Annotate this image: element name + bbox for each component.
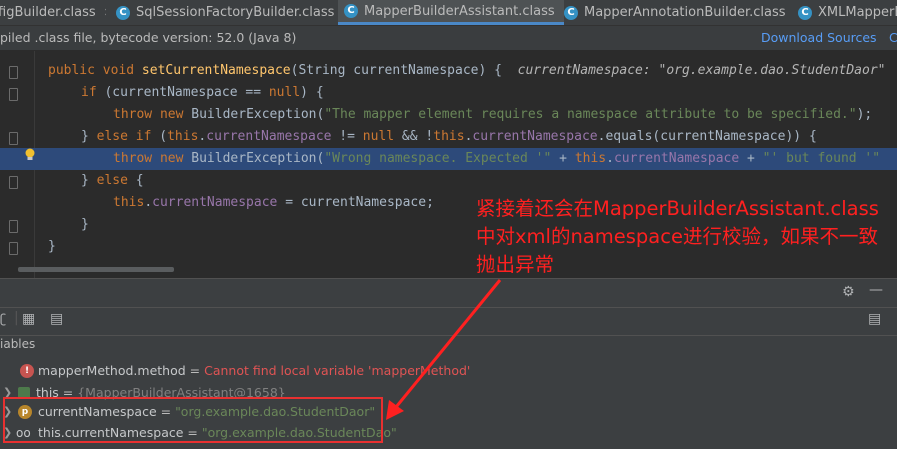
fold-marker[interactable] xyxy=(9,132,18,145)
class-icon: C xyxy=(116,6,130,20)
hide-panel-icon[interactable]: — xyxy=(869,282,883,298)
decompiled-banner: piled .class file, bytecode version: 52.… xyxy=(0,26,897,50)
close-icon[interactable]: ✕ xyxy=(104,6,106,19)
class-icon: C xyxy=(798,6,812,20)
tab-label: SqlSessionFactoryBuilder.class xyxy=(136,5,334,20)
horizontal-scrollbar[interactable] xyxy=(18,267,174,272)
layout-icon[interactable]: ▤ xyxy=(50,311,63,327)
banner-message: piled .class file, bytecode version: 52.… xyxy=(0,26,296,50)
annotation-text: 紧接着还会在MapperBuilderAssistant.class 中对xml… xyxy=(476,195,886,279)
tab-sqlsessionfactorybuilder[interactable]: C SqlSessionFactoryBuilder.class ✕ xyxy=(116,0,336,25)
code-line: throw new BuilderException("The mapper e… xyxy=(113,104,897,126)
fold-marker[interactable] xyxy=(9,242,18,255)
fold-marker[interactable] xyxy=(9,66,18,79)
restore-layout-icon[interactable]: ▤ xyxy=(868,311,881,327)
frames-grid-icon[interactable]: ▦ xyxy=(22,311,35,327)
variable-row[interactable]: ! mapperMethod.method = Cannot find loca… xyxy=(0,361,897,381)
gear-icon[interactable]: ⚙ xyxy=(842,284,855,300)
tab-label: MapperAnnotationBuilder.class xyxy=(584,5,786,20)
variables-header: iables xyxy=(0,337,35,351)
editor-tab-bar: figBuilder.class ✕ C SqlSessionFactoryBu… xyxy=(0,0,897,26)
tab-mapperannotationbuilder[interactable]: C MapperAnnotationBuilder.class ✕ xyxy=(564,0,794,25)
debug-title-bar: ⚙ — xyxy=(0,279,897,306)
current-execution-line: throw new BuilderException("Wrong namesp… xyxy=(0,148,897,170)
tab-xmlmapperbuilder[interactable]: C XMLMapperB xyxy=(798,0,897,25)
download-sources-link[interactable]: Download Sources xyxy=(761,26,877,50)
choose-sources-link[interactable]: C xyxy=(889,26,897,50)
fold-marker[interactable] xyxy=(9,220,18,233)
tab-label: figBuilder.class xyxy=(0,5,96,20)
tab-label: MapperBuilderAssistant.class xyxy=(364,4,555,19)
code-line: } else { xyxy=(81,170,897,192)
fold-marker[interactable] xyxy=(9,88,18,101)
code-line: if (currentNamespace == null) { xyxy=(81,82,897,104)
lightbulb-icon[interactable] xyxy=(24,148,36,162)
step-icon[interactable]: ʗ xyxy=(0,312,6,326)
fold-marker[interactable] xyxy=(9,176,18,189)
debug-toolbar: ʗ | ▦ ▤ ▤ xyxy=(0,307,897,336)
tab-figbuilder[interactable]: figBuilder.class ✕ xyxy=(0,0,106,25)
inline-debug-hint: currentNamespace: "org.example.dao.Stude… xyxy=(518,63,886,78)
code-line: } else if (this.currentNamespace != null… xyxy=(81,126,897,148)
tab-label: XMLMapperB xyxy=(818,5,897,20)
class-icon: C xyxy=(344,4,358,18)
tab-mapperbuilderassistant[interactable]: C MapperBuilderAssistant.class ✕ xyxy=(338,0,564,25)
toolbar-separator: | xyxy=(14,310,19,326)
code-line: public void setCurrentNamespace(String c… xyxy=(48,60,897,82)
highlight-box xyxy=(3,397,383,443)
class-icon: C xyxy=(564,6,578,20)
error-icon: ! xyxy=(20,364,34,378)
